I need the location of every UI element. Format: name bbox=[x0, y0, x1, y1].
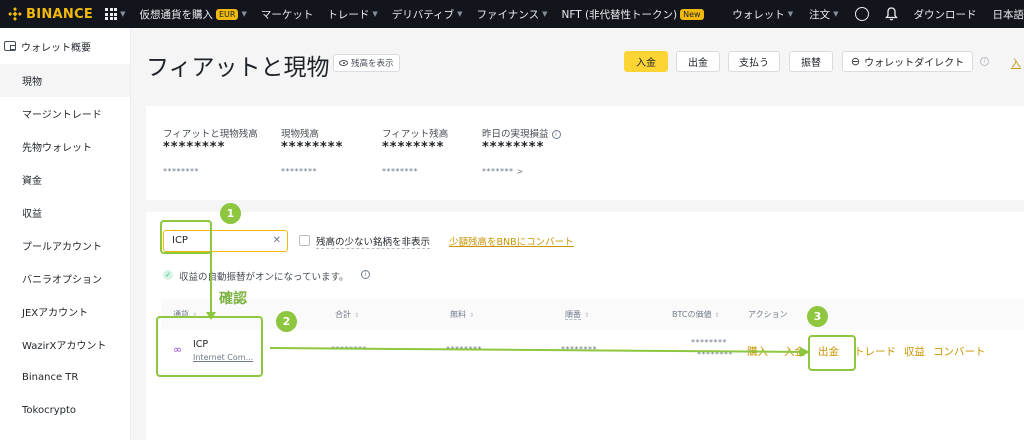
annotation-arrows bbox=[206, 252, 810, 357]
annotation-box-withdraw bbox=[808, 335, 856, 371]
annotation-step-1: 1 bbox=[220, 203, 241, 224]
annotation-step-2: 2 bbox=[276, 311, 297, 332]
annotation-box-coin bbox=[156, 316, 263, 377]
annotation-step-3: 3 bbox=[807, 306, 828, 327]
annotation-confirm-label: 確認 bbox=[219, 291, 247, 307]
annotation-box-search bbox=[160, 220, 212, 254]
